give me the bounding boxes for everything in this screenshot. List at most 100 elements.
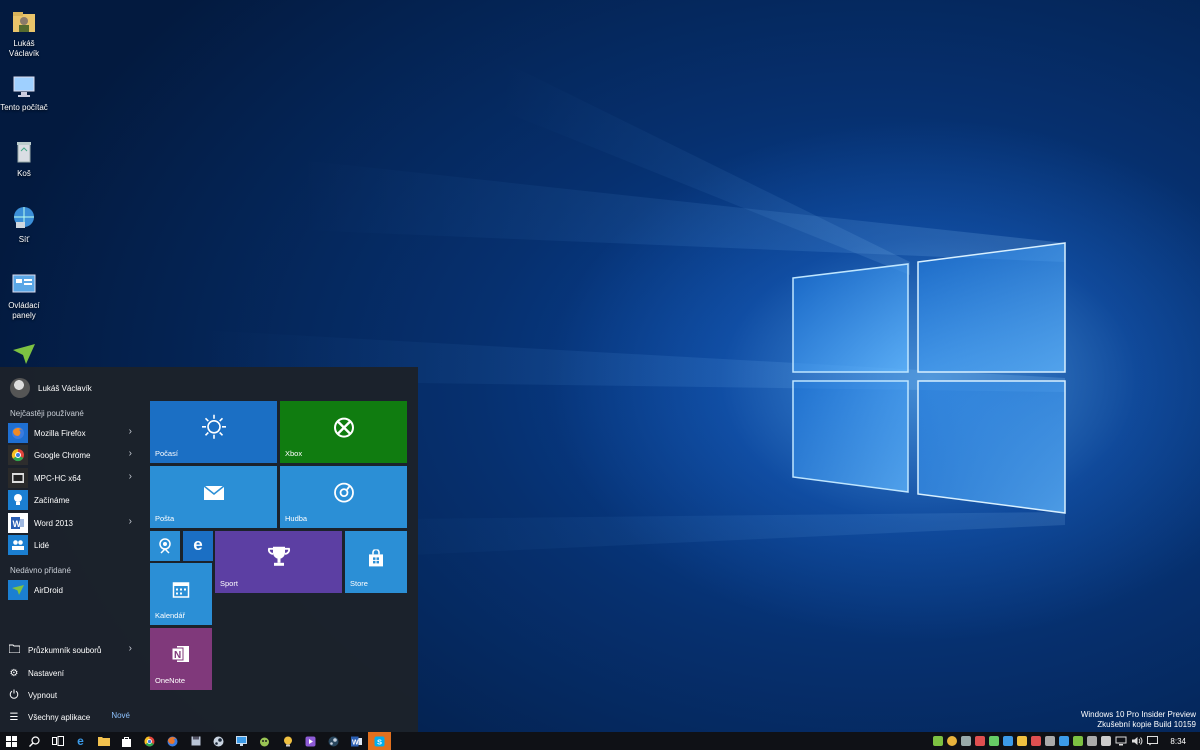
taskbar-app-chrome[interactable] — [138, 732, 161, 750]
desktop-icon-control-panel[interactable]: Ovládací panely — [0, 270, 48, 321]
chevron-right-icon[interactable]: › — [129, 448, 132, 459]
app-item-mpc-hc[interactable]: MPC-HC x64 › — [8, 468, 136, 488]
tray-app-icon[interactable] — [989, 736, 1000, 746]
desktop-icon-network[interactable]: Síť — [0, 204, 48, 245]
taskbar-app-store[interactable] — [115, 732, 138, 750]
tile-label: Hudba — [285, 514, 308, 523]
tile-label: Pošta — [155, 514, 175, 523]
remote-desktop-icon — [236, 736, 247, 746]
taskbar-app-remote-desktop[interactable] — [230, 732, 253, 750]
taskbar-app-gimp[interactable] — [253, 732, 276, 750]
tray-app-icon[interactable] — [1003, 736, 1014, 746]
music-icon — [333, 482, 354, 503]
svg-text:N: N — [174, 650, 181, 661]
tray-app-icon[interactable] — [975, 736, 986, 746]
tray-app-icon[interactable] — [1031, 736, 1042, 746]
desktop-icon-this-pc[interactable]: Tento počítač — [0, 72, 48, 113]
app-item-firefox[interactable]: Mozilla Firefox › — [8, 423, 136, 443]
taskbar: e W S 8:34 — [0, 732, 1200, 750]
app-item-label: Začínáme — [34, 495, 70, 505]
word-icon: W — [351, 736, 362, 746]
tile-camera[interactable] — [150, 531, 180, 561]
app-item-getting-started[interactable]: Začínáme — [8, 490, 136, 510]
volume-icon[interactable] — [1131, 736, 1143, 746]
user-folder-icon — [13, 12, 35, 32]
tile-onenote[interactable]: N OneNote — [150, 628, 212, 690]
tile-weather[interactable]: Počasí — [150, 401, 277, 463]
tray-app-icon[interactable] — [1045, 736, 1056, 746]
chevron-right-icon[interactable]: › — [129, 426, 132, 437]
build-watermark: Windows 10 Pro Insider Preview Zkušební … — [1081, 710, 1196, 730]
media-icon — [305, 736, 316, 746]
tile-label: Xbox — [285, 449, 303, 458]
tray-app-icon[interactable] — [1087, 736, 1098, 746]
app-item-label: MPC-HC x64 — [34, 473, 82, 483]
tile-calendar[interactable]: Kalendář — [150, 563, 212, 625]
taskbar-app-lightbulb[interactable] — [276, 732, 299, 750]
bottom-item-label: Vypnout — [28, 690, 58, 700]
app-item-word[interactable]: W Word 2013 › — [8, 513, 136, 533]
taskbar-app-skype[interactable]: S — [368, 732, 391, 750]
chevron-right-icon[interactable]: › — [129, 516, 132, 527]
desktop-icon-user-folder[interactable]: Lukáš Václavík — [0, 8, 48, 59]
app-item-chrome[interactable]: Google Chrome › — [8, 445, 136, 465]
taskbar-app-file-explorer[interactable] — [92, 732, 115, 750]
taskbar-app-firefox[interactable] — [161, 732, 184, 750]
taskbar-app-edge[interactable]: e — [69, 732, 92, 750]
airdroid-icon — [13, 344, 35, 364]
taskbar-app-save[interactable] — [184, 732, 207, 750]
app-item-airdroid[interactable]: AirDroid — [8, 580, 136, 600]
tile-sport[interactable]: Sport — [215, 531, 342, 593]
taskbar-clock[interactable]: 8:34 — [1170, 737, 1186, 746]
edge-icon: e — [77, 734, 84, 748]
lightbulb-icon — [283, 736, 292, 746]
chevron-right-icon[interactable]: › — [129, 471, 132, 482]
svg-text:S: S — [377, 737, 382, 746]
system-tray: 8:34 — [933, 732, 1200, 750]
edge-icon: e — [193, 534, 203, 554]
taskbar-start-button[interactable] — [0, 732, 23, 750]
tile-xbox[interactable]: Xbox — [280, 401, 407, 463]
network-icon — [14, 207, 34, 228]
settings-item[interactable]: ⚙ Nastavení — [8, 664, 136, 682]
start-user-account[interactable]: Lukáš Václavík — [10, 378, 92, 398]
taskbar-app-steam-2[interactable] — [322, 732, 345, 750]
tile-music[interactable]: Hudba — [280, 466, 407, 528]
tray-app-icon[interactable] — [1073, 736, 1084, 746]
tile-label: Sport — [220, 579, 238, 588]
tray-app-icon[interactable] — [1059, 736, 1070, 746]
taskbar-app-media[interactable] — [299, 732, 322, 750]
network-tray-icon[interactable] — [1115, 736, 1127, 746]
desktop-icon-label: Koš — [17, 169, 31, 178]
trophy-icon — [267, 546, 290, 566]
mail-icon — [203, 485, 224, 500]
app-item-people[interactable]: Lidé — [8, 535, 136, 555]
tile-store[interactable]: Store — [345, 531, 407, 593]
desktop-icon-recycle-bin[interactable]: Koš — [0, 138, 48, 179]
tile-label: Kalendář — [155, 611, 186, 620]
tile-mail[interactable]: Pošta — [150, 466, 277, 528]
taskbar-task-view-button[interactable] — [46, 732, 69, 750]
most-used-header: Nejčastěji používané — [10, 409, 84, 418]
folder-icon — [8, 644, 20, 656]
power-item[interactable]: Vypnout — [8, 686, 136, 704]
tile-edge[interactable]: e — [183, 531, 213, 561]
xbox-icon — [333, 417, 354, 438]
steam-icon — [328, 736, 339, 746]
chrome-tray-icon[interactable] — [947, 736, 958, 746]
all-apps-item[interactable]: ☰ Všechny aplikace Nové — [8, 708, 136, 726]
tray-app-icon[interactable] — [1017, 736, 1028, 746]
tray-app-icon[interactable] — [1101, 736, 1112, 746]
tile-label: OneNote — [155, 676, 186, 685]
action-center-icon[interactable] — [1147, 736, 1159, 746]
tray-app-icon[interactable] — [961, 736, 972, 746]
list-icon: ☰ — [9, 711, 19, 723]
chevron-right-icon[interactable]: › — [129, 643, 132, 654]
taskbar-app-word[interactable]: W — [345, 732, 368, 750]
taskbar-app-steam[interactable] — [207, 732, 230, 750]
taskbar-search-button[interactable] — [23, 732, 46, 750]
svg-text:W: W — [352, 739, 359, 746]
file-explorer-icon — [97, 737, 110, 746]
file-explorer-item[interactable]: Průzkumník souborů › — [8, 641, 136, 659]
airdroid-tray-icon[interactable] — [933, 736, 944, 746]
